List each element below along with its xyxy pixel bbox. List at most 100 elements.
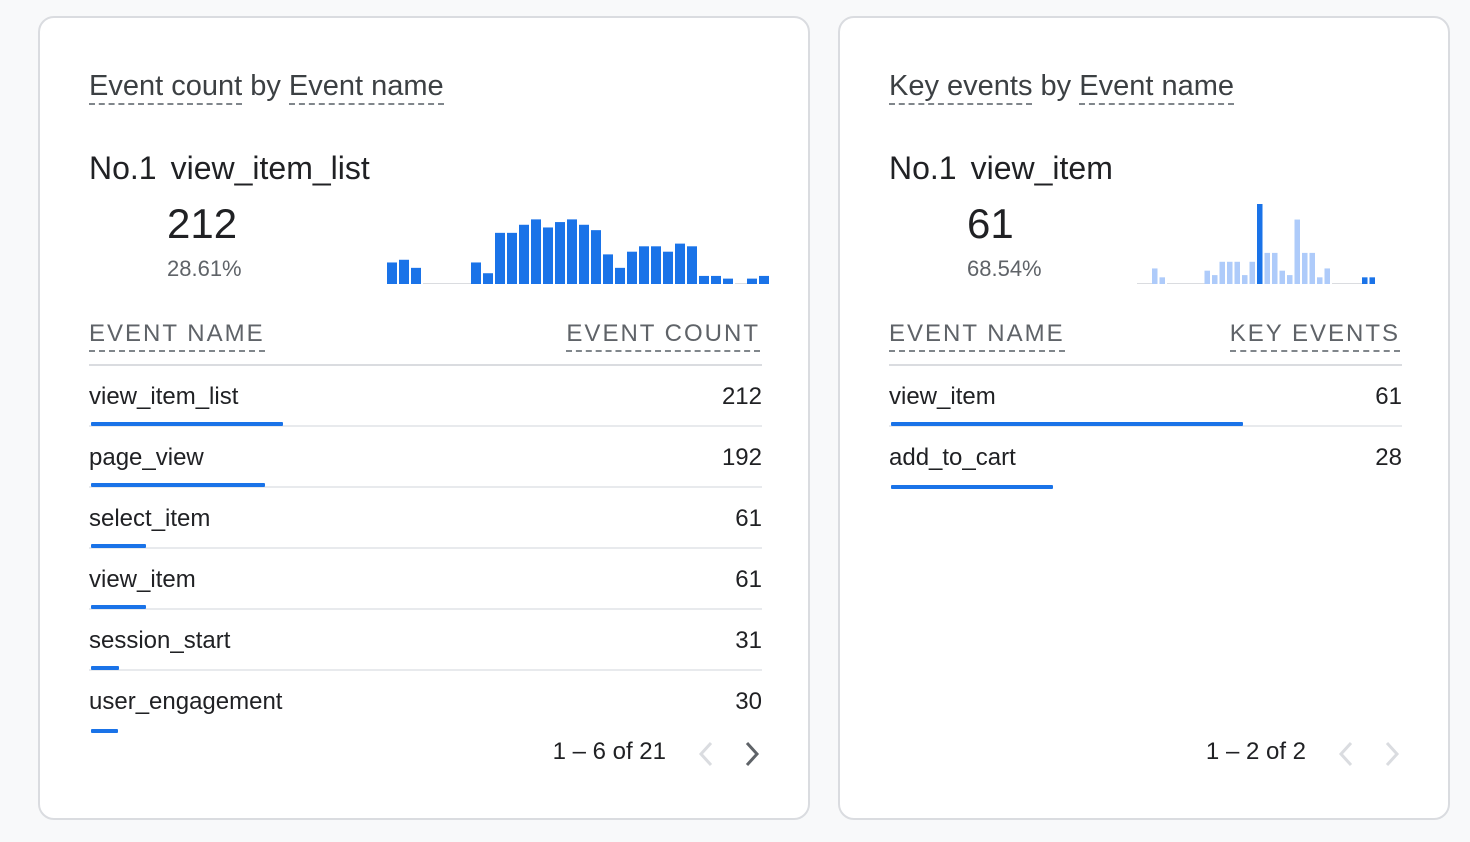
spark-bar	[687, 246, 697, 284]
row-share-bar	[91, 483, 265, 487]
row-event-count: 61	[735, 505, 762, 532]
spark-bar	[1219, 261, 1225, 284]
card-title: Key events by Event name	[889, 70, 1235, 105]
row-event-name: view_item	[89, 566, 196, 593]
table-row[interactable]: select_item 61	[89, 488, 762, 549]
spark-baseline	[1174, 283, 1182, 284]
spark-baseline	[1167, 283, 1175, 284]
title-by: by	[250, 70, 281, 102]
row-event-count: 30	[735, 688, 762, 715]
spark-bar	[759, 275, 769, 284]
row-event-name: view_item_list	[89, 383, 239, 410]
dimension-selector[interactable]: Event name	[1079, 70, 1235, 105]
table-row[interactable]: view_item_list 212	[89, 366, 762, 427]
rank-label: No.1	[889, 150, 957, 186]
row-event-name: page_view	[89, 444, 204, 471]
next-page-button[interactable]	[737, 736, 767, 772]
spark-bar	[675, 243, 685, 284]
spark-baseline	[435, 283, 447, 284]
dimension-selector[interactable]: Event name	[288, 70, 444, 105]
spark-bar	[663, 251, 673, 284]
spark-bar	[1159, 277, 1165, 284]
top-percentage: 28.61%	[167, 256, 242, 281]
column-header-event-count[interactable]: EVENT COUNT	[566, 320, 760, 352]
spark-bar	[1242, 275, 1248, 284]
key-events-card: Key events by Event name No.1 view_item 6…	[838, 16, 1450, 820]
spark-bar	[1309, 252, 1315, 284]
spark-bar	[1279, 270, 1285, 284]
spark-bar	[555, 222, 565, 284]
spark-bar	[723, 278, 733, 284]
spark-bar	[531, 219, 541, 284]
spark-bar	[567, 219, 577, 284]
previous-page-button[interactable]	[691, 736, 721, 772]
spark-baseline	[1339, 283, 1347, 284]
spark-baseline	[1332, 283, 1340, 284]
table-row[interactable]: user_engagement 30	[89, 671, 762, 733]
spark-bar	[1369, 277, 1375, 284]
spark-bar	[1152, 268, 1158, 284]
row-event-count: 61	[735, 566, 762, 593]
metric-selector[interactable]: Event count	[89, 70, 243, 105]
row-key-events: 61	[1375, 383, 1402, 410]
column-header-key-events[interactable]: KEY EVENTS	[1229, 320, 1400, 352]
spark-bar	[615, 267, 625, 284]
spark-bar	[1324, 268, 1330, 284]
event-count-card: Event count by Event name No.1 view_item_…	[38, 16, 810, 820]
spark-bar	[483, 273, 493, 284]
previous-page-button[interactable]	[1331, 736, 1361, 772]
spark-baseline	[1197, 283, 1205, 284]
spark-bar	[639, 246, 649, 284]
table-row[interactable]: view_item 61	[889, 366, 1402, 427]
table-row[interactable]: view_item 61	[89, 549, 762, 610]
table-row[interactable]: session_start 31	[89, 610, 762, 671]
spark-bar	[603, 254, 613, 284]
spark-bar	[519, 224, 529, 284]
rank-label: No.1	[89, 150, 157, 186]
next-page-button[interactable]	[1377, 736, 1407, 772]
row-event-name: add_to_cart	[889, 444, 1016, 471]
spark-bar	[1227, 261, 1233, 284]
card-title: Event count by Event name	[89, 70, 444, 105]
spark-baseline	[1189, 283, 1197, 284]
spark-bar	[711, 275, 721, 284]
spark-bar	[591, 230, 601, 284]
spark-baseline	[1182, 283, 1190, 284]
spark-baseline	[1354, 283, 1362, 284]
spark-bar	[1362, 277, 1368, 284]
title-by: by	[1040, 70, 1072, 102]
spark-bar	[399, 259, 409, 284]
row-event-name: user_engagement	[89, 688, 283, 715]
pagination-label: 1 – 6 of 21	[552, 738, 666, 765]
spark-baseline	[423, 283, 435, 284]
spark-bar	[1234, 261, 1240, 284]
row-event-count: 31	[735, 627, 762, 654]
spark-bar	[1212, 275, 1218, 284]
spark-bar	[1294, 219, 1300, 284]
metric-selector[interactable]: Key events	[889, 70, 1033, 105]
spark-baseline	[1137, 283, 1145, 284]
spark-baseline	[1144, 283, 1152, 284]
spark-baseline	[1347, 283, 1355, 284]
rank-name: view_item	[970, 150, 1113, 186]
spark-bar	[1302, 252, 1308, 284]
row-event-name: session_start	[89, 627, 231, 654]
spark-baseline	[459, 283, 471, 284]
spark-bar	[507, 232, 517, 284]
column-header-event-name[interactable]: EVENT NAME	[89, 320, 265, 352]
column-header-event-name[interactable]: EVENT NAME	[889, 320, 1065, 352]
row-event-name: view_item	[889, 383, 996, 410]
top-value: 61	[967, 200, 1014, 247]
spark-bar	[1204, 270, 1210, 284]
spark-bar	[1287, 275, 1293, 284]
spark-bar	[471, 262, 481, 284]
table-row[interactable]: add_to_cart 28	[889, 427, 1402, 489]
table-row[interactable]: page_view 192	[89, 427, 762, 488]
row-share-bar	[91, 605, 147, 609]
top-percentage: 68.54%	[967, 256, 1042, 281]
spark-bar	[1264, 252, 1270, 284]
key-events-table: view_item 61 add_to_cart 28	[889, 366, 1402, 489]
chevron-right-icon	[745, 741, 760, 767]
pagination-label: 1 – 2 of 2	[1205, 738, 1306, 765]
spark-bar	[1317, 277, 1323, 284]
